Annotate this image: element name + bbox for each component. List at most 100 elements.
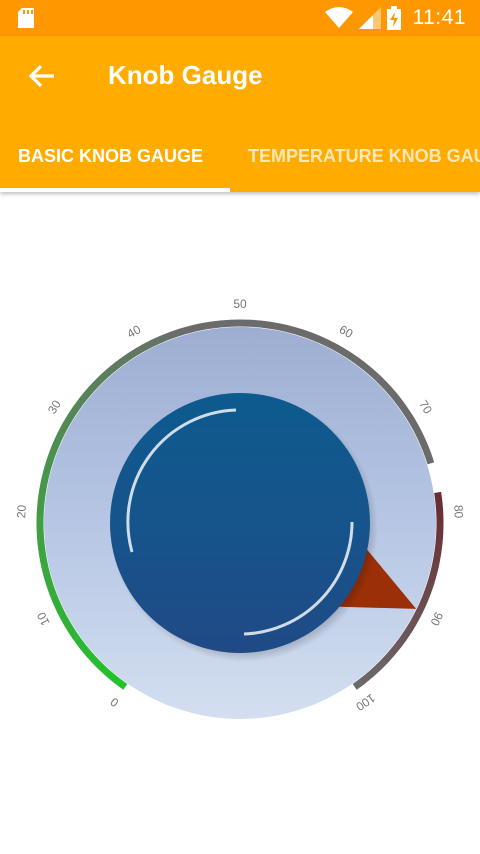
gauge-arc-segment bbox=[375, 375, 388, 388]
gauge-arc-segment bbox=[42, 571, 53, 584]
gauge-arc-segment bbox=[169, 328, 182, 339]
gauge-arc-segment bbox=[48, 590, 60, 603]
gauge-arc-segment bbox=[56, 608, 68, 622]
gauge-arc-segment bbox=[61, 617, 74, 631]
gauge-arc-segment bbox=[189, 323, 201, 333]
gauge-arc-segment bbox=[141, 340, 155, 352]
gauge-arc-segment bbox=[107, 361, 121, 374]
gauge-tick-label: 40 bbox=[125, 322, 144, 341]
gauge-arc-segment bbox=[269, 321, 282, 331]
gauge-tick-label: 10 bbox=[34, 610, 53, 628]
gauge-arc-segment bbox=[45, 580, 56, 594]
gauge-arc-segment bbox=[36, 501, 45, 513]
gauge-arc-segment bbox=[66, 626, 79, 639]
gauge-arc-segment bbox=[45, 451, 57, 464]
page-title: Knob Gauge bbox=[108, 60, 263, 90]
gauge-arc-segment bbox=[91, 657, 105, 671]
gauge-arc-segment bbox=[406, 415, 419, 428]
gauge-arc-segment bbox=[401, 626, 413, 640]
gauge-arc-segment bbox=[326, 340, 340, 352]
gauge-arc-segment bbox=[52, 599, 64, 613]
gauge-arc-segment bbox=[317, 335, 330, 347]
gauge-arc-segment bbox=[159, 331, 173, 343]
gauge-arc-segment bbox=[395, 398, 408, 411]
gauge-tick-label: 50 bbox=[233, 297, 247, 311]
gauge-arc-segment bbox=[106, 671, 120, 684]
gauge-arc-segment bbox=[40, 561, 50, 574]
gauge-arc-segment bbox=[375, 658, 388, 671]
gauge-arc-segment bbox=[85, 382, 99, 395]
gauge-arc-segment bbox=[53, 432, 64, 446]
gauge-arc-segment bbox=[367, 368, 381, 381]
gauge-arc-segment bbox=[352, 678, 366, 690]
gauge-arc-segment bbox=[38, 481, 48, 493]
signal-icon bbox=[358, 7, 381, 29]
gauge-arc-segment bbox=[132, 344, 146, 357]
gauge-tick-label: 80 bbox=[451, 505, 466, 519]
gauge-arc-segment bbox=[72, 634, 85, 648]
gauge-tick-label: 60 bbox=[337, 322, 356, 341]
tab-bar: BASIC KNOB GAUGE TEMPERATURE KNOB GAUGE bbox=[0, 128, 480, 192]
gauge-arc-segment bbox=[298, 328, 312, 339]
gauge-arc-segment bbox=[123, 349, 137, 362]
gauge-arc-segment bbox=[114, 677, 128, 690]
gauge-arc-segment bbox=[343, 350, 357, 362]
gauge-arc-segment bbox=[424, 581, 435, 594]
arrow-back-icon[interactable] bbox=[24, 58, 60, 94]
gauge-tick-label: 20 bbox=[14, 504, 29, 518]
gauge-arc-segment bbox=[43, 461, 53, 474]
gauge-tick-label: 90 bbox=[427, 610, 446, 628]
wifi-icon bbox=[324, 7, 353, 28]
gauge-tick-label: 100 bbox=[353, 691, 378, 714]
tab-basic-knob-gauge[interactable]: BASIC KNOB GAUGE bbox=[18, 146, 203, 167]
gauge-arc-segment bbox=[368, 665, 381, 678]
gauge-arc-segment bbox=[360, 671, 373, 684]
gauge-arc-segment bbox=[382, 382, 395, 396]
gauge-arc-segment bbox=[435, 502, 444, 514]
status-time: 11:41 bbox=[412, 6, 466, 29]
gauge-knob[interactable] bbox=[110, 393, 370, 653]
status-bar: 11:41 bbox=[0, 0, 480, 36]
gauge-arc-segment bbox=[249, 319, 262, 328]
gauge-arc-segment bbox=[38, 551, 48, 564]
gauge-arc-segment bbox=[308, 332, 321, 343]
sd-card-icon bbox=[18, 8, 34, 28]
gauge-arc-segment bbox=[57, 423, 69, 437]
gauge-arc-segment bbox=[416, 600, 428, 613]
gauge-tick-label: 70 bbox=[416, 398, 435, 417]
knob-gauge[interactable]: 0 10 20 30 40 50 60 70 80 90 100 bbox=[0, 192, 480, 792]
gauge-arc-segment bbox=[37, 542, 46, 554]
gauge-arc-segment bbox=[62, 414, 74, 428]
gauge-arc-segment bbox=[289, 325, 302, 336]
gauge-tick-label: 30 bbox=[45, 397, 64, 416]
gauge-arc-segment bbox=[389, 642, 402, 656]
gauge-arc-segment bbox=[67, 406, 80, 419]
gauge-tick-label: 0 bbox=[107, 694, 121, 709]
gauge-arc-segment bbox=[36, 532, 45, 544]
gauge-arc-segment bbox=[335, 345, 348, 357]
gauge-arc-segment bbox=[395, 634, 408, 648]
gauge-arc-segment bbox=[430, 562, 440, 575]
gauge-arc-segment bbox=[388, 390, 402, 403]
gauge-arc-segment bbox=[115, 355, 129, 368]
gauge-arc-segment bbox=[84, 650, 98, 663]
gauge-arc-segment bbox=[382, 650, 395, 664]
gauge-arc-segment bbox=[427, 571, 438, 585]
gauge-arc-segment bbox=[37, 491, 46, 503]
gauge-arc-segment bbox=[219, 319, 231, 328]
gauge-arc-segment bbox=[406, 617, 419, 631]
gauge-arc-segment bbox=[360, 361, 373, 375]
gauge-arc-segment bbox=[424, 452, 435, 465]
gauge-arc-segment bbox=[411, 424, 423, 437]
app-bar: Knob Gauge BASIC KNOB GAUGE TEMPERATURE … bbox=[0, 36, 480, 192]
battery-charging-icon bbox=[386, 6, 401, 30]
gauge-arc-segment bbox=[435, 532, 444, 544]
gauge-arc-segment bbox=[411, 609, 423, 622]
gauge-arc-segment bbox=[434, 542, 443, 554]
gauge-arc-segment bbox=[416, 433, 428, 446]
gauge-arc-segment bbox=[92, 375, 106, 388]
tab-temperature-knob-gauge[interactable]: TEMPERATURE KNOB GAUGE bbox=[248, 146, 480, 167]
gauge-arc-segment bbox=[99, 368, 113, 381]
gauge-arc-segment bbox=[279, 323, 292, 333]
gauge-arc-segment bbox=[49, 442, 60, 455]
